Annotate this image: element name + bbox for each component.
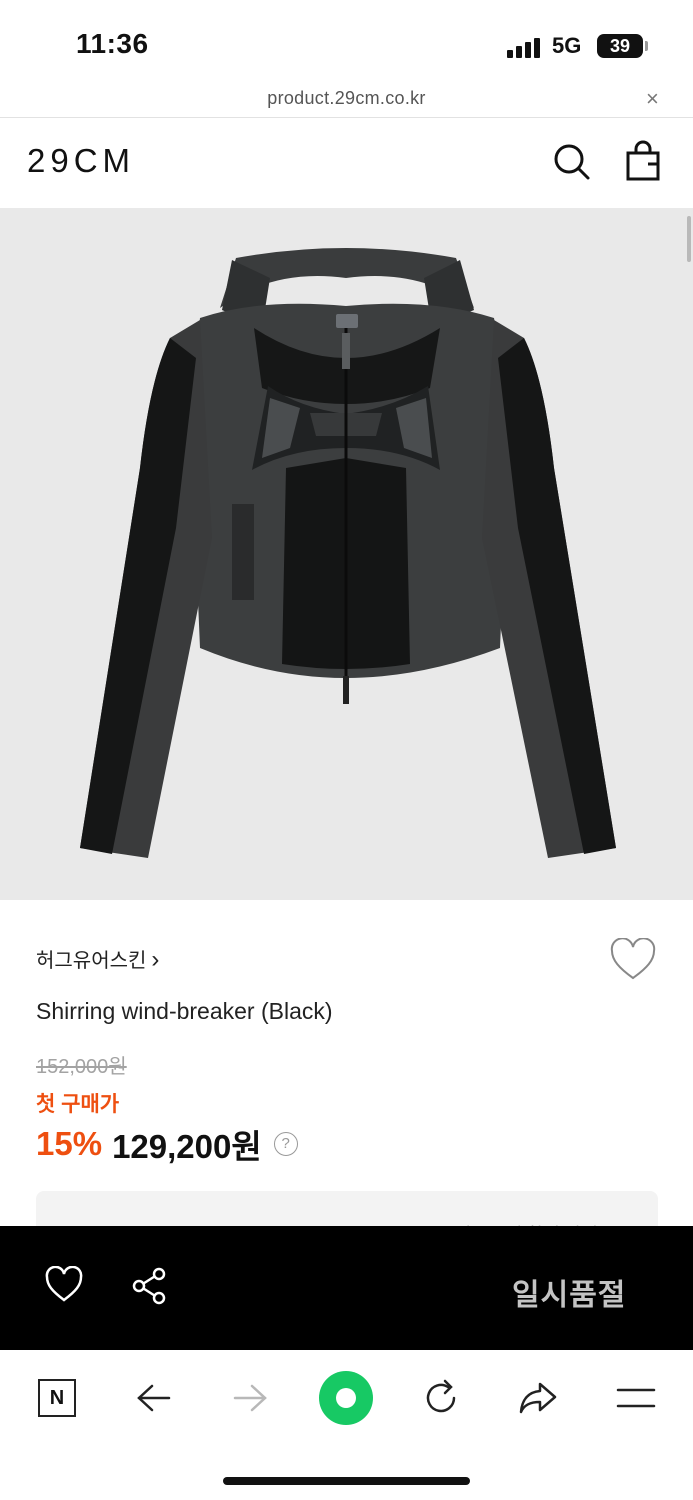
reload-icon[interactable]	[413, 1370, 469, 1426]
green-home-icon[interactable]	[318, 1370, 374, 1426]
back-arrow-icon[interactable]	[126, 1370, 182, 1426]
close-icon[interactable]: ×	[646, 86, 659, 112]
url-text[interactable]: product.29cm.co.kr	[0, 88, 693, 109]
home-indicator[interactable]	[223, 1477, 470, 1485]
help-icon[interactable]: ?	[273, 1132, 298, 1156]
soldout-button[interactable]: 일시품절	[512, 1270, 626, 1314]
share-icon[interactable]	[130, 1266, 170, 1311]
original-price: 152,000원	[36, 1056, 127, 1078]
search-icon[interactable]	[550, 140, 594, 184]
menu-icon[interactable]	[608, 1370, 664, 1426]
brand-link[interactable]: 허그유어스킨 ›	[36, 944, 159, 974]
chevron-right-icon: ›	[151, 946, 160, 973]
heart-icon[interactable]	[609, 937, 657, 982]
action-bar: 일시품절	[0, 1226, 693, 1350]
forward-arrow-icon[interactable]	[222, 1370, 278, 1426]
url-bar[interactable]: product.29cm.co.kr ×	[0, 82, 693, 118]
scrollbar-thumb[interactable]	[687, 216, 691, 262]
logo[interactable]: 29CM	[27, 142, 135, 180]
naver-n-icon[interactable]: N	[29, 1370, 85, 1426]
promo-label: 첫 구매가	[36, 1093, 120, 1116]
price-row: 15% 129,200원 ?	[36, 1122, 298, 1166]
status-time: 11:36	[76, 28, 149, 59]
discount-rate: 15%	[36, 1125, 103, 1162]
battery-icon: 39	[597, 34, 643, 58]
product-name: Shirring wind-breaker (Black)	[36, 998, 333, 1024]
naver-n-letter: N	[38, 1379, 76, 1417]
status-bar: 11:36 5G 39	[0, 0, 693, 86]
share-arrow-icon[interactable]	[510, 1370, 566, 1426]
site-header: 29CM	[0, 118, 693, 208]
signal-icon	[507, 36, 543, 58]
product-image[interactable]	[0, 208, 693, 900]
battery-cap	[645, 41, 648, 51]
sale-price: 129,200원	[112, 1128, 262, 1165]
shopping-bag-icon[interactable]	[622, 140, 666, 184]
brand-name[interactable]: 허그유어스킨	[36, 950, 146, 972]
network-label: 5G	[552, 33, 582, 58]
heart-icon[interactable]	[44, 1265, 84, 1309]
